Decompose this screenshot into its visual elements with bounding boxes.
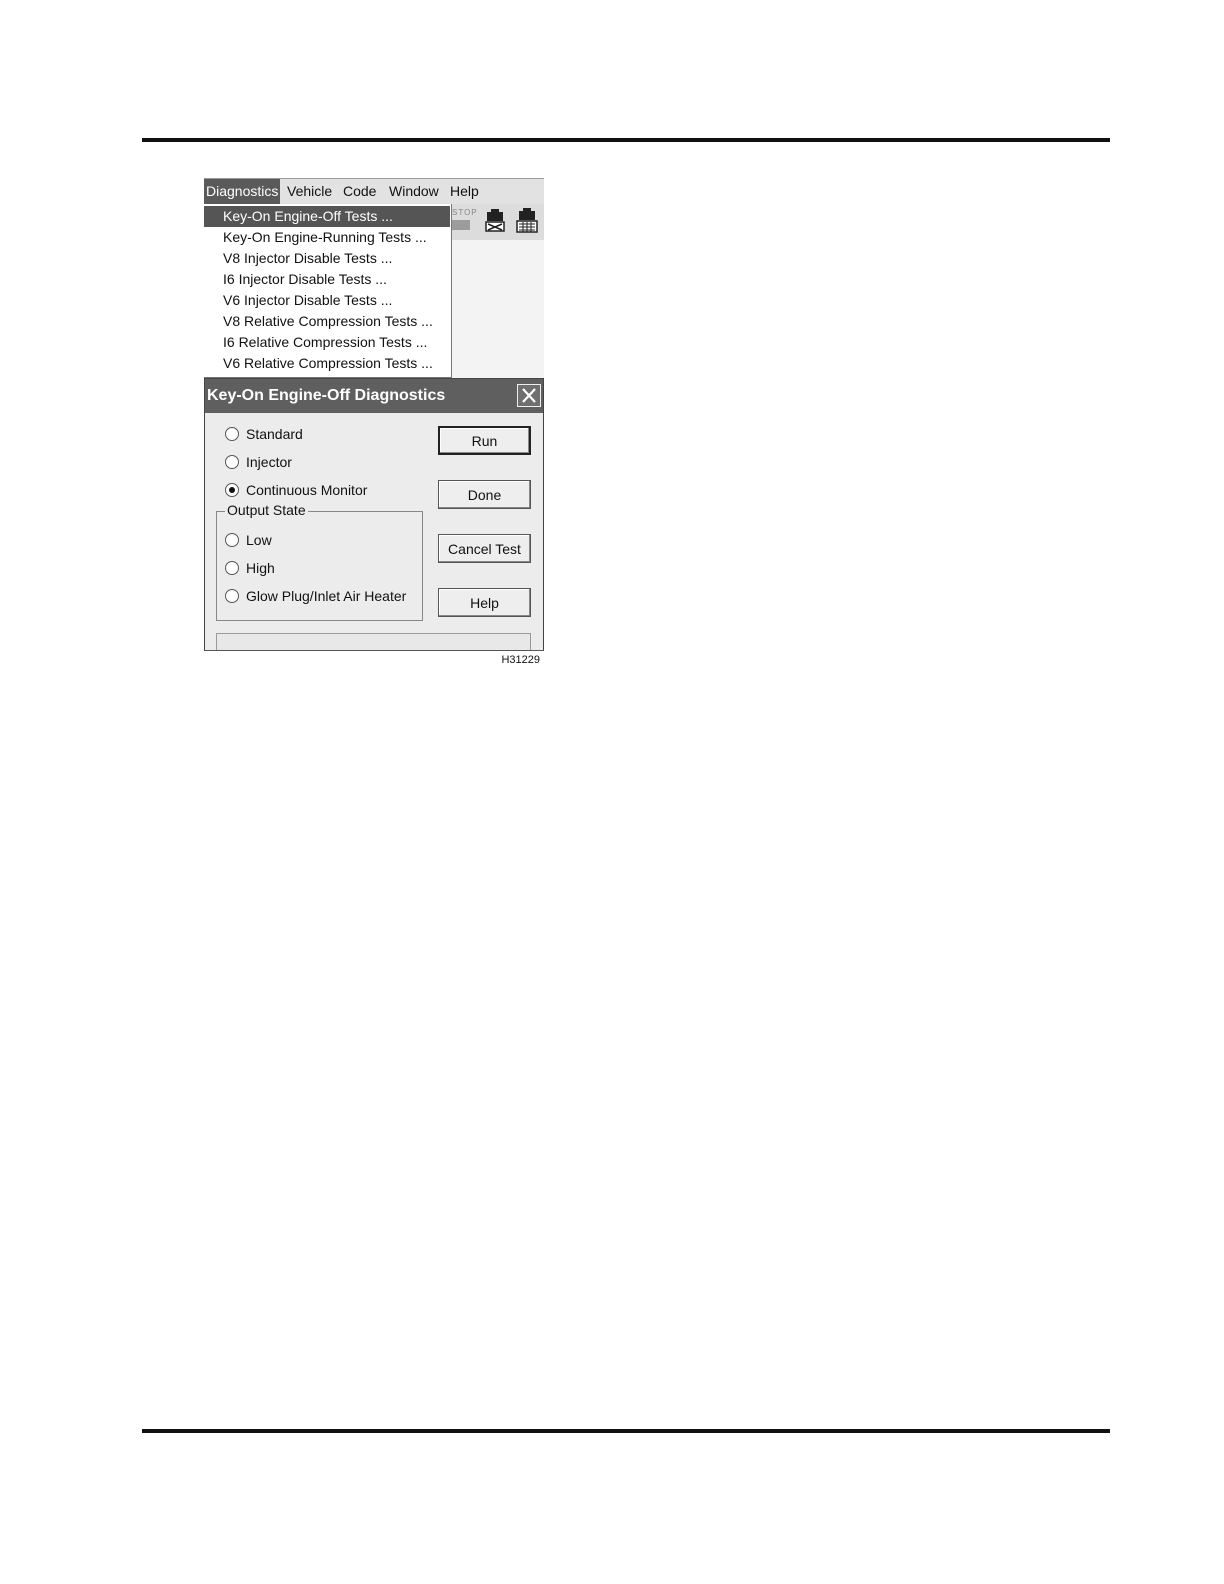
menu-diagnostics[interactable]: Diagnostics bbox=[204, 179, 281, 204]
radio-continuous-monitor-label: Continuous Monitor bbox=[246, 482, 368, 498]
radio-low-label: Low bbox=[246, 532, 272, 548]
toolbar: STOP bbox=[452, 204, 544, 240]
diagnostics-dropdown: Key-On Engine-Off Tests ... Key-On Engin… bbox=[204, 204, 452, 378]
menu-bar: Diagnostics Vehicle Code Window Help bbox=[204, 178, 544, 204]
radio-injector-label: Injector bbox=[246, 454, 292, 470]
radio-standard[interactable] bbox=[225, 427, 239, 441]
menu-vehicle[interactable]: Vehicle bbox=[285, 179, 334, 204]
menu-window[interactable]: Window bbox=[387, 179, 441, 204]
menu-item-v6-injector-disable[interactable]: V6 Injector Disable Tests ... bbox=[204, 290, 450, 311]
engine-keypad-icon[interactable] bbox=[514, 208, 540, 234]
radio-high[interactable] bbox=[225, 561, 239, 575]
menu-item-koer-tests[interactable]: Key-On Engine-Running Tests ... bbox=[204, 227, 450, 248]
menu-item-v8-injector-disable[interactable]: V8 Injector Disable Tests ... bbox=[204, 248, 450, 269]
radio-high-label: High bbox=[246, 560, 275, 576]
radio-standard-label: Standard bbox=[246, 426, 303, 442]
status-field bbox=[216, 633, 531, 651]
stop-label: STOP bbox=[452, 208, 478, 217]
koeo-diagnostics-dialog: Key-On Engine-Off Diagnostics Standard I… bbox=[204, 378, 544, 651]
radio-continuous-monitor[interactable] bbox=[225, 483, 239, 497]
menu-item-koeo-tests[interactable]: Key-On Engine-Off Tests ... bbox=[204, 206, 450, 227]
menu-item-v8-relative-compression[interactable]: V8 Relative Compression Tests ... bbox=[204, 311, 450, 332]
top-rule bbox=[142, 138, 1110, 142]
radio-low[interactable] bbox=[225, 533, 239, 547]
screenshot-figure: Diagnostics Vehicle Code Window Help STO… bbox=[204, 178, 544, 670]
figure-id: H31229 bbox=[501, 654, 540, 666]
workspace-area bbox=[452, 240, 544, 380]
dialog-bottom-edge bbox=[204, 650, 544, 651]
done-button[interactable]: Done bbox=[438, 480, 531, 509]
menu-item-v6-relative-compression[interactable]: V6 Relative Compression Tests ... bbox=[204, 353, 450, 374]
dialog-titlebar[interactable]: Key-On Engine-Off Diagnostics bbox=[205, 379, 543, 413]
engine-icon[interactable] bbox=[482, 208, 508, 234]
radio-glow-plug-label: Glow Plug/Inlet Air Heater bbox=[246, 588, 407, 604]
output-state-label: Output State bbox=[225, 501, 308, 519]
radio-glow-plug[interactable] bbox=[225, 589, 239, 603]
bottom-rule bbox=[142, 1429, 1110, 1433]
menu-item-i6-relative-compression[interactable]: I6 Relative Compression Tests ... bbox=[204, 332, 450, 353]
cancel-test-button[interactable]: Cancel Test bbox=[438, 534, 531, 563]
stop-icon[interactable] bbox=[452, 220, 470, 230]
menu-help[interactable]: Help bbox=[448, 179, 481, 204]
close-icon bbox=[522, 388, 536, 403]
help-button[interactable]: Help bbox=[438, 588, 531, 617]
dialog-title: Key-On Engine-Off Diagnostics bbox=[207, 387, 446, 404]
close-button[interactable] bbox=[517, 384, 541, 407]
menu-code[interactable]: Code bbox=[341, 179, 378, 204]
run-button[interactable]: Run bbox=[438, 426, 531, 455]
radio-injector[interactable] bbox=[225, 455, 239, 469]
menu-item-i6-injector-disable[interactable]: I6 Injector Disable Tests ... bbox=[204, 269, 450, 290]
